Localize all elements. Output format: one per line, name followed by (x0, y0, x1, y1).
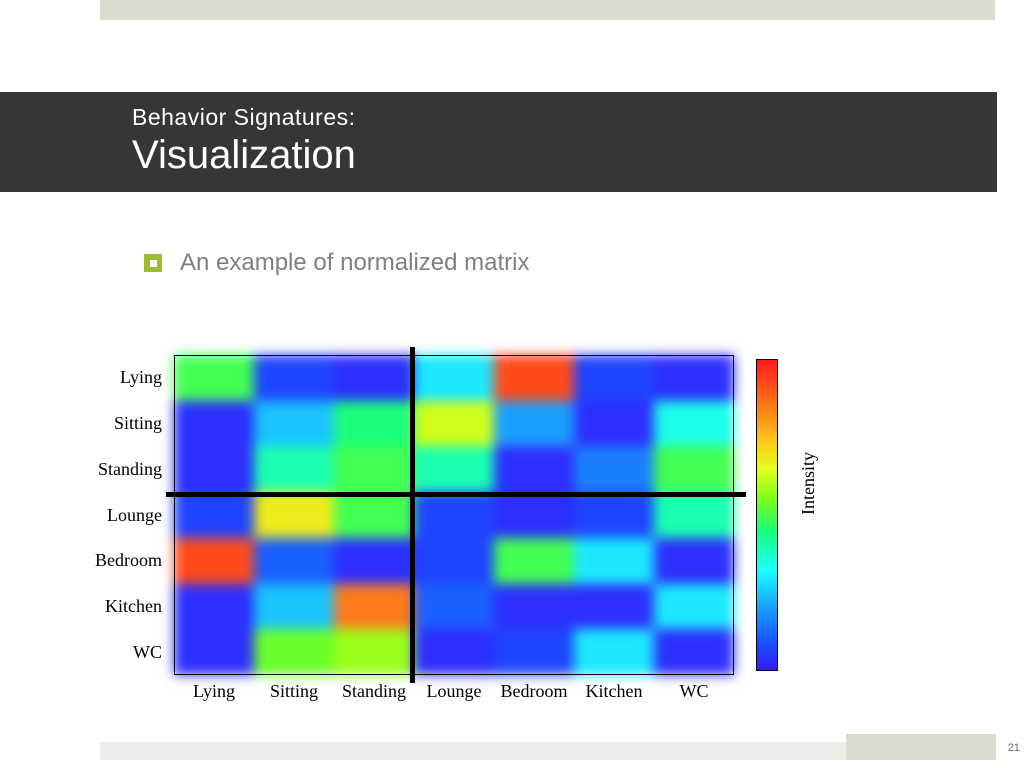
bullet-item: An example of normalized matrix (144, 249, 529, 277)
heatmap-cell (174, 629, 254, 675)
x-tick-label: Bedroom (494, 681, 574, 702)
heatmap-cell (174, 446, 254, 492)
heatmap-cell (414, 446, 494, 492)
page-number: 21 (1008, 742, 1020, 754)
bullet-icon (144, 254, 162, 272)
title-banner: Behavior Signatures: Visualization (0, 92, 997, 192)
x-tick-label: Standing (334, 681, 414, 702)
heatmap-cell (254, 401, 334, 447)
heatmap-cell (654, 492, 734, 538)
quadrant-divider-vertical (410, 347, 415, 683)
heatmap-cell (574, 355, 654, 401)
x-tick-label: WC (654, 681, 734, 702)
x-tick-label: Lying (174, 681, 254, 702)
heatmap-cell (254, 584, 334, 630)
y-tick-label: Kitchen (88, 584, 170, 630)
heatmap-cell (494, 355, 574, 401)
heatmap-cell (254, 492, 334, 538)
heatmap-cell (414, 355, 494, 401)
heatmap-cell (494, 538, 574, 584)
heatmap-cell (494, 401, 574, 447)
heatmap-cell (334, 584, 414, 630)
heatmap-cell (334, 446, 414, 492)
heatmap-cell (334, 538, 414, 584)
colorbar-label: Intensity (798, 452, 819, 515)
heatmap-cell (414, 538, 494, 584)
heatmap-cell (574, 629, 654, 675)
heatmap-cell (414, 492, 494, 538)
heatmap-cell (574, 538, 654, 584)
heatmap-cell (494, 584, 574, 630)
quadrant-divider-horizontal (166, 492, 746, 497)
bullet-text: An example of normalized matrix (180, 249, 529, 277)
heatmap-cell (174, 538, 254, 584)
heatmap-cell (574, 584, 654, 630)
y-tick-label: WC (88, 629, 170, 675)
y-tick-label: Standing (88, 446, 170, 492)
heatmap-cell (654, 401, 734, 447)
heatmap-cell (334, 629, 414, 675)
footer-accent-block (846, 734, 996, 760)
heatmap-cell (654, 629, 734, 675)
heatmap-cell (654, 584, 734, 630)
heatmap-cell (334, 355, 414, 401)
heatmap-cell (254, 355, 334, 401)
heatmap-cell (574, 446, 654, 492)
x-tick-label: Lounge (414, 681, 494, 702)
heatmap-cell (414, 584, 494, 630)
heatmap-cell (654, 355, 734, 401)
heatmap-chart: LyingSittingStandingLoungeBedroomKitchen… (88, 355, 818, 725)
heatmap-cell (334, 401, 414, 447)
heatmap-cell (174, 401, 254, 447)
heatmap-cell (414, 629, 494, 675)
heatmap-cell (654, 538, 734, 584)
bullet-icon-inner (150, 260, 157, 267)
heatmap-cell (494, 492, 574, 538)
x-axis-labels: LyingSittingStandingLoungeBedroomKitchen… (174, 681, 734, 702)
y-tick-label: Bedroom (88, 538, 170, 584)
heatmap-cell (414, 401, 494, 447)
colorbar (756, 359, 778, 671)
heatmap-cell (254, 446, 334, 492)
y-tick-label: Lying (88, 355, 170, 401)
heatmap-cell (254, 629, 334, 675)
heatmap-cell (254, 538, 334, 584)
heatmap-cell (574, 492, 654, 538)
heatmap-cell (574, 401, 654, 447)
slide-title: Visualization (132, 133, 997, 178)
heatmap-cell (334, 492, 414, 538)
heatmap-cell (174, 355, 254, 401)
x-tick-label: Sitting (254, 681, 334, 702)
x-tick-label: Kitchen (574, 681, 654, 702)
top-accent-bar (100, 0, 995, 20)
y-tick-label: Sitting (88, 401, 170, 447)
y-tick-label: Lounge (88, 492, 170, 538)
heatmap-cell (654, 446, 734, 492)
heatmap-cell (174, 584, 254, 630)
heatmap-cell (174, 492, 254, 538)
y-axis-labels: LyingSittingStandingLoungeBedroomKitchen… (88, 355, 170, 675)
heatmap-cell (494, 629, 574, 675)
heatmap-cell (494, 446, 574, 492)
heatmap-grid (174, 355, 734, 675)
slide-kicker: Behavior Signatures: (132, 104, 997, 131)
